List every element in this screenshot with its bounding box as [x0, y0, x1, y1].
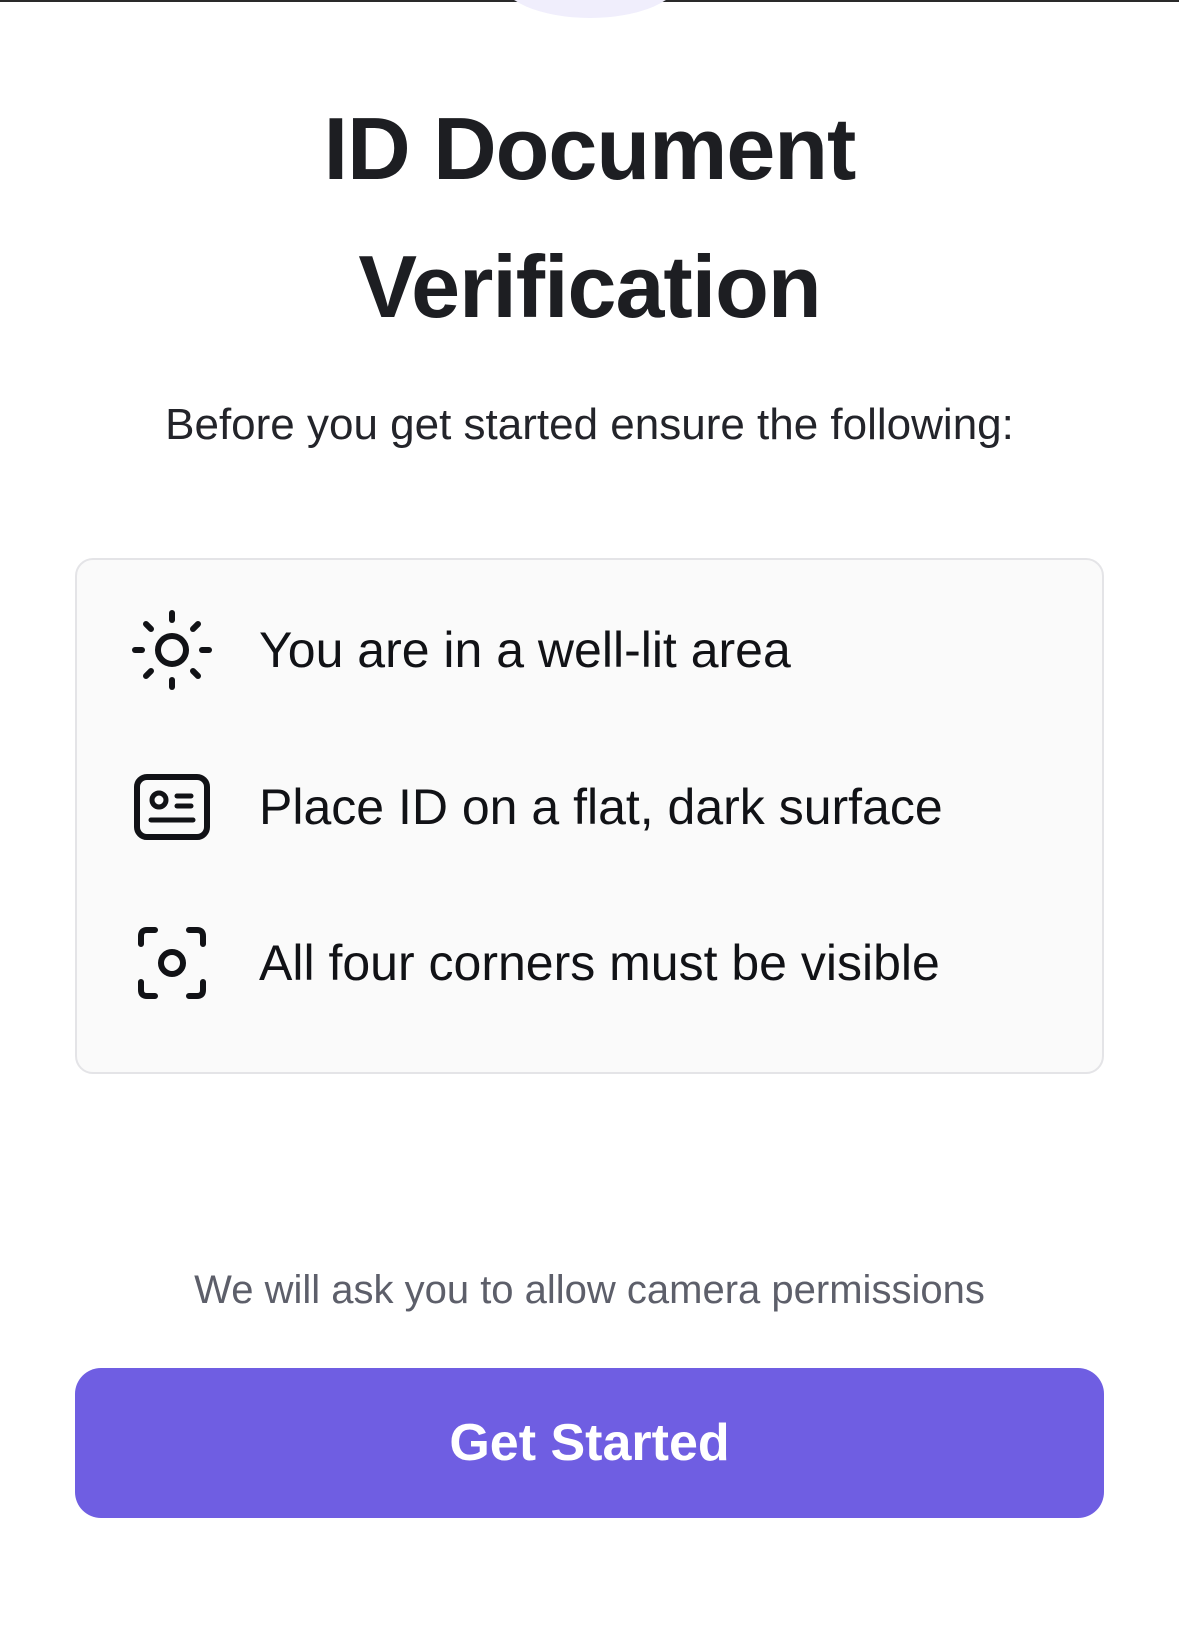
- page-title-line-2: Verification: [358, 237, 821, 336]
- header-decoration: [500, 0, 680, 18]
- page-subtitle: Before you get started ensure the follow…: [165, 400, 1014, 449]
- page-title: ID Document Verification: [0, 80, 1179, 356]
- checklist-item-label: All four corners must be visible: [259, 935, 940, 991]
- page-title-line-1: ID Document: [323, 99, 857, 198]
- checklist-item-lighting: You are in a well-lit area: [127, 600, 791, 700]
- checklist-item-surface: Place ID on a flat, dark surface: [127, 757, 943, 857]
- sun-icon: [127, 605, 217, 695]
- verification-intro-screen: ID Document Verification Before you get …: [0, 0, 1179, 1633]
- checklist-item-corners: All four corners must be visible: [127, 913, 940, 1013]
- id-card-icon: [127, 762, 217, 852]
- checklist-item-label: You are in a well-lit area: [259, 622, 791, 678]
- checklist-item-label: Place ID on a flat, dark surface: [259, 779, 943, 835]
- get-started-button[interactable]: Get Started: [75, 1368, 1104, 1518]
- focus-scan-icon: [127, 918, 217, 1008]
- requirements-checklist: You are in a well-lit area Place ID on a…: [75, 558, 1104, 1074]
- camera-permission-note: We will ask you to allow camera permissi…: [194, 1268, 985, 1312]
